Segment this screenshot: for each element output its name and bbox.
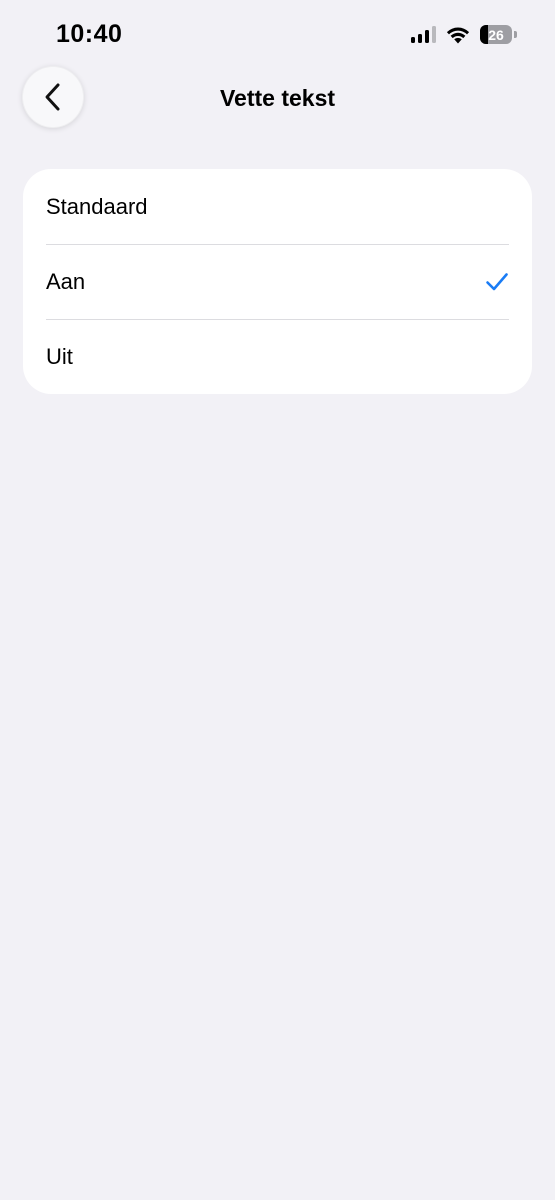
- option-label: Standaard: [46, 193, 148, 219]
- battery-icon: 26: [480, 25, 512, 44]
- battery-tip: [514, 31, 517, 38]
- option-label: Uit: [46, 343, 73, 369]
- cellular-signal-icon: [411, 26, 436, 43]
- battery-fill: [480, 25, 489, 44]
- checkmark-icon: [485, 272, 509, 292]
- page-title: Vette tekst: [219, 85, 336, 111]
- battery-level: 26: [488, 26, 504, 43]
- options-list: Standaard Aan Uit: [23, 169, 532, 394]
- wifi-icon: [446, 26, 470, 44]
- navigation-bar: Vette tekst: [0, 66, 555, 130]
- option-uit[interactable]: Uit: [23, 319, 532, 394]
- option-label: Aan: [46, 268, 86, 294]
- status-icons: 26: [411, 25, 517, 44]
- status-time: 10:40: [56, 20, 123, 48]
- option-standaard[interactable]: Standaard: [23, 169, 532, 244]
- option-aan[interactable]: Aan: [23, 244, 532, 319]
- status-bar: 10:40 26: [0, 0, 555, 70]
